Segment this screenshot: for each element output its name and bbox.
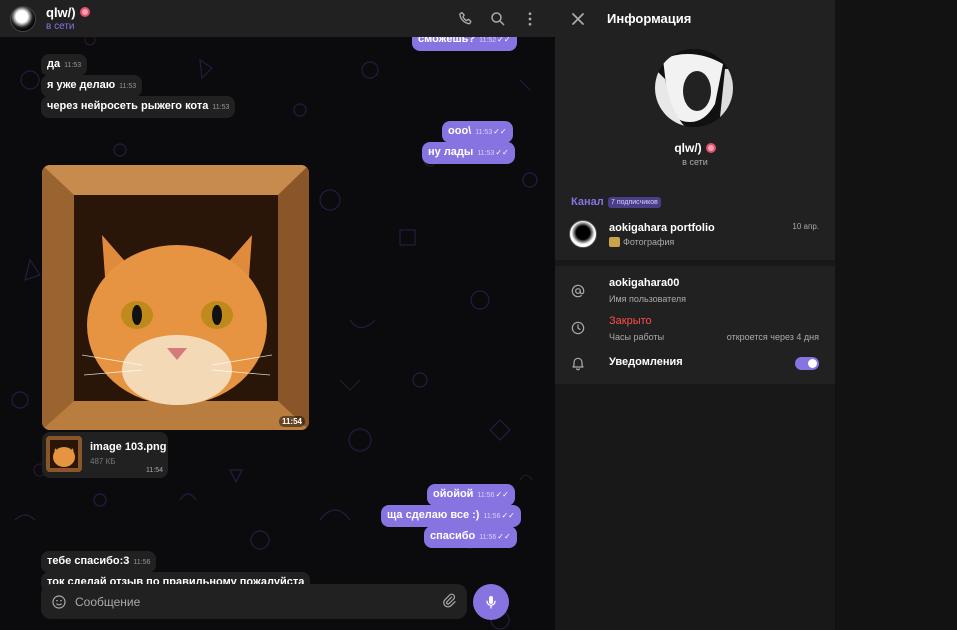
- photo-category-icon: [609, 237, 620, 247]
- message-out[interactable]: ну лады 11:53✓✓: [422, 142, 515, 164]
- channel-category: Фотография: [623, 237, 675, 247]
- hours-note: откроется через 4 дня: [726, 332, 819, 342]
- username-value[interactable]: aokigahara00: [609, 277, 679, 289]
- info-panel: Информация qlw/) в сети Канал 7 подписчи…: [555, 0, 835, 630]
- panel-title: Информация: [607, 11, 692, 26]
- chat-area: qlw/) в сети сможешь? 11:52✓✓ да 11:53 я у…: [0, 0, 555, 630]
- profile-section: Информация qlw/) в сети Канал 7 подписчи…: [555, 0, 835, 260]
- chat-status: в сети: [46, 20, 75, 32]
- chat-header[interactable]: qlw/) в сети: [0, 0, 555, 37]
- message-out[interactable]: спасибо 11:56✓✓: [424, 526, 517, 548]
- file-timestamp: 11:54: [146, 467, 163, 474]
- message-list[interactable]: сможешь? 11:52✓✓ да 11:53 я уже делаю 11:53…: [0, 29, 555, 592]
- details-section: aokigahara00 Имя пользователя Закрыто Ча…: [555, 266, 835, 384]
- channel-avatar[interactable]: [569, 220, 597, 248]
- clock-icon: [571, 321, 585, 335]
- message-out[interactable]: ща сделаю все :) 11:56✓✓: [381, 505, 521, 527]
- hours-label: Часы работы: [609, 332, 665, 342]
- hours-status[interactable]: Закрыто: [609, 315, 652, 327]
- message-in[interactable]: через нейросеть рыжего кота 11:53: [41, 96, 236, 118]
- bug-emoji-icon: [705, 143, 716, 153]
- microphone-icon: [486, 596, 496, 609]
- empty-panel: [835, 0, 957, 630]
- close-icon[interactable]: [571, 12, 585, 26]
- bug-emoji-icon: [79, 7, 90, 17]
- photo-timestamp: 11:54: [278, 416, 305, 427]
- message-composer: [41, 584, 467, 619]
- file-size: 487 КБ: [90, 457, 116, 466]
- username-label: Имя пользователя: [609, 294, 687, 304]
- emoji-icon[interactable]: [51, 594, 67, 610]
- chat-title: qlw/): [46, 4, 76, 20]
- subscribers-badge: 7 подписчиков: [608, 197, 661, 208]
- phone-icon[interactable]: [457, 10, 475, 28]
- search-icon[interactable]: [489, 10, 507, 28]
- message-in[interactable]: тебе спасибо:3 11:56: [41, 551, 157, 573]
- file-thumbnail[interactable]: [46, 436, 82, 472]
- avatar[interactable]: [10, 5, 36, 32]
- microphone-button[interactable]: [473, 584, 509, 620]
- telegram-window: qlw/) в сети сможешь? 11:52✓✓ да 11:53 я у…: [0, 0, 957, 630]
- message-out[interactable]: ооо\ 11:53✓✓: [442, 121, 513, 143]
- bell-icon: [572, 357, 584, 371]
- notifications-label: Уведомления: [609, 356, 683, 368]
- file-message[interactable]: image 103.png 487 КБ 11:54: [42, 432, 168, 478]
- message-in[interactable]: да 11:53: [41, 54, 88, 76]
- message-in[interactable]: я уже делаю 11:53: [41, 75, 143, 97]
- message-out[interactable]: ойойой 11:56✓✓: [427, 484, 515, 506]
- profile-status: в сети: [682, 157, 708, 167]
- channel-date: 10 апр.: [792, 222, 819, 231]
- at-sign-icon: [571, 284, 585, 298]
- message-input[interactable]: [75, 594, 415, 609]
- profile-avatar[interactable]: [655, 49, 733, 127]
- cat-image: [42, 165, 309, 430]
- attach-icon[interactable]: [441, 593, 457, 609]
- profile-name: qlw/): [674, 141, 702, 155]
- file-name: image 103.png: [90, 441, 167, 453]
- channel-name[interactable]: aokigahara portfolio: [609, 222, 715, 234]
- notifications-toggle[interactable]: [795, 357, 819, 370]
- channel-label: Канал: [571, 196, 604, 208]
- cat-photo[interactable]: 11:54: [42, 165, 309, 430]
- more-vertical-icon[interactable]: [521, 10, 539, 28]
